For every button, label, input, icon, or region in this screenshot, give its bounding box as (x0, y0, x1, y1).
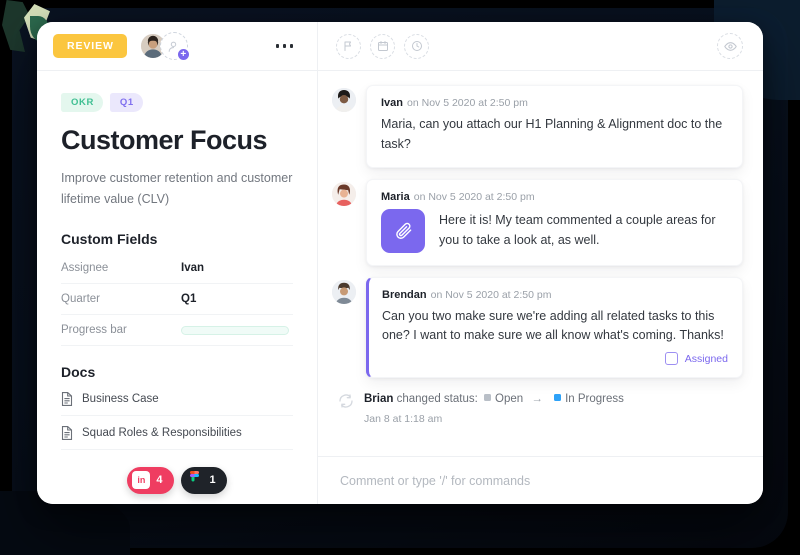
comment-bubble: Ivan on Nov 5 2020 at 2:50 pm Maria, can … (366, 85, 743, 168)
comment-thread: Ivan on Nov 5 2020 at 2:50 pm Maria, can … (318, 71, 763, 456)
invision-count: 4 (156, 474, 163, 486)
task-description: Improve customer retention and customer … (61, 171, 293, 206)
tag-okr[interactable]: OKR (61, 93, 103, 112)
doc-item-squad-roles[interactable]: Squad Roles & Responsibilities (61, 416, 293, 451)
attachment-row: Here it is! My team commented a couple a… (381, 208, 728, 253)
activity-author: Brian (364, 393, 394, 405)
clock-icon[interactable] (404, 33, 429, 59)
comment-text: Can you two make sure we're adding all r… (382, 308, 724, 343)
progress-bar[interactable] (181, 325, 289, 335)
field-row-assignee[interactable]: Assignee Ivan (61, 253, 293, 285)
figma-badge[interactable]: 1 (180, 466, 227, 494)
assigned-toggle[interactable]: Assigned (382, 352, 728, 365)
comment-bubble: Maria on Nov 5 2020 at 2:50 pm Here it is… (366, 178, 743, 266)
avatar[interactable] (332, 279, 356, 304)
field-value: Q1 (181, 293, 197, 306)
attachment-icon[interactable] (381, 208, 425, 253)
activity-from-status: Open (495, 393, 524, 405)
doc-item-business-case[interactable]: Business Case (61, 382, 293, 417)
tag-list: OKR Q1 (61, 93, 293, 112)
comment-text: Here it is! My team commented a couple a… (439, 212, 716, 247)
more-options-button[interactable] (268, 36, 302, 56)
field-label: Quarter (61, 293, 100, 306)
custom-fields-heading: Custom Fields (61, 231, 158, 248)
assignee-avatars: + (138, 32, 190, 61)
assigned-label: Assigned (684, 352, 728, 365)
integration-badges: in 4 1 (37, 456, 317, 504)
arrow-icon: → (531, 393, 543, 405)
comment-meta: Brendan on Nov 5 2020 at 2:50 pm (382, 289, 728, 301)
comment-bubble: Brendan on Nov 5 2020 at 2:50 pm Can you … (366, 276, 743, 378)
comment-author: Brendan (382, 288, 427, 301)
status-dot-open (484, 394, 492, 401)
add-icon: + (176, 48, 190, 61)
comment-text: Maria, can you attach our H1 Planning & … (381, 117, 723, 151)
calendar-icon[interactable] (370, 33, 395, 59)
activity-panel: Ivan on Nov 5 2020 at 2:50 pm Maria, can … (318, 22, 763, 504)
docs-heading: Docs (61, 364, 96, 381)
avatar[interactable] (332, 88, 356, 112)
status-dot-in-progress (554, 394, 562, 401)
comment-meta: Maria on Nov 5 2020 at 2:50 pm (381, 191, 728, 203)
field-label: Assignee (61, 262, 109, 275)
comment-brendan: Brendan on Nov 5 2020 at 2:50 pm Can you … (332, 276, 743, 378)
assigned-checkbox[interactable] (664, 352, 678, 365)
comment-input[interactable] (340, 473, 743, 488)
comment-author: Ivan (381, 97, 404, 109)
sidebar-body: OKR Q1 Customer Focus Improve customer r… (37, 71, 317, 456)
tag-q1[interactable]: Q1 (109, 93, 143, 112)
activity-action: changed status: (396, 393, 478, 405)
document-icon (61, 391, 73, 406)
refresh-icon (338, 393, 354, 409)
comment-timestamp: on Nov 5 2020 at 2:50 pm (430, 288, 552, 301)
field-row-progress[interactable]: Progress bar (61, 315, 293, 347)
activity-content: Brian changed status: Open → In Progress… (364, 391, 624, 425)
flag-icon[interactable] (336, 33, 361, 59)
comment-timestamp: on Nov 5 2020 at 2:50 pm (407, 97, 528, 109)
sidebar-header: REVIEW + (37, 22, 317, 71)
page-title: Customer Focus (61, 125, 268, 155)
field-label: Progress bar (61, 324, 127, 337)
activity-timestamp: Jan 8 at 1:18 am (364, 412, 443, 425)
field-row-quarter[interactable]: Quarter Q1 (61, 284, 293, 316)
doc-label: Squad Roles & Responsibilities (82, 426, 242, 439)
avatar[interactable] (332, 181, 356, 206)
activity-toolbar (318, 22, 763, 71)
screenshot-root: REVIEW + OKR Q1 Customer Focus Improve c… (0, 0, 800, 555)
comment-timestamp: on Nov 5 2020 at 2:50 pm (413, 190, 535, 203)
invision-icon: in (132, 471, 151, 489)
activity-status-change: Brian changed status: Open → In Progress… (332, 389, 743, 425)
doc-label: Business Case (82, 392, 159, 405)
activity-to-status: In Progress (565, 393, 624, 405)
task-sidebar: REVIEW + OKR Q1 Customer Focus Improve c… (37, 22, 318, 504)
comment-meta: Ivan on Nov 5 2020 at 2:50 pm (381, 97, 728, 109)
comment-ivan: Ivan on Nov 5 2020 at 2:50 pm Maria, can … (332, 85, 743, 168)
field-value: Ivan (181, 262, 205, 275)
document-icon (61, 425, 73, 440)
comment-author: Maria (381, 190, 410, 203)
comment-composer (318, 456, 763, 504)
comment-maria: Maria on Nov 5 2020 at 2:50 pm Here it is… (332, 178, 743, 266)
status-badge[interactable]: REVIEW (53, 34, 127, 58)
eye-icon[interactable] (717, 33, 743, 59)
figma-icon (186, 471, 204, 489)
invision-badge[interactable]: in 4 (127, 466, 174, 494)
figma-count: 1 (209, 474, 216, 486)
task-detail-card: REVIEW + OKR Q1 Customer Focus Improve c… (37, 22, 763, 504)
activity-line: Brian changed status: Open → In Progress (364, 391, 624, 409)
add-assignee-button[interactable]: + (159, 32, 190, 61)
